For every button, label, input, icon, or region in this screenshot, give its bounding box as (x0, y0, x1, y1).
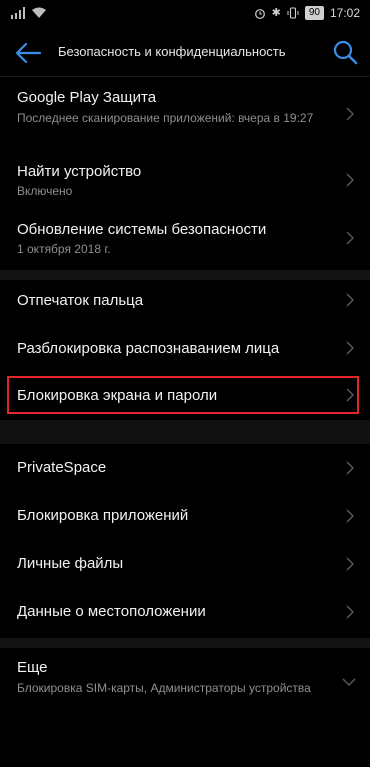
back-arrow-icon[interactable] (14, 41, 42, 65)
signal-icon (11, 7, 25, 19)
section-divider (0, 270, 370, 280)
clock: 17:02 (329, 6, 360, 20)
item-label: Разблокировка распознаванием лица (17, 340, 280, 357)
item-label: Найти устройство (17, 163, 142, 180)
chevron-right-icon (346, 605, 354, 619)
chevron-right-icon (346, 557, 354, 571)
chevron-right-icon (346, 173, 354, 187)
section-divider (0, 638, 370, 648)
item-label: PrivateSpace (17, 459, 107, 476)
item-subtitle: Блокировка SIM-карты, Администраторы уст… (17, 681, 311, 695)
item-subtitle: Последнее сканирование приложений: вчера… (17, 111, 314, 125)
list-item-location[interactable]: Данные о местоположении (0, 588, 370, 636)
item-label: Еще (17, 659, 48, 676)
item-subtitle: 1 октября 2018 г. (17, 242, 111, 256)
search-icon[interactable] (332, 39, 358, 65)
item-label: Обновление системы безопасности (17, 221, 267, 238)
alarm-icon (254, 9, 265, 19)
list-item-google-play-protect[interactable]: Google Play Защита Последнее сканировани… (0, 76, 370, 150)
item-label: Google Play Защита (17, 89, 157, 106)
chevron-down-icon[interactable] (342, 678, 356, 686)
chevron-right-icon (346, 341, 354, 355)
list-item-security-update[interactable]: Обновление системы безопасности 1 октябр… (0, 208, 370, 266)
list-item-fingerprint[interactable]: Отпечаток пальца (0, 280, 370, 328)
list-item-privatespace[interactable]: PrivateSpace (0, 444, 370, 492)
highlight-box (7, 376, 359, 414)
status-bar: ✱ 90 17:02 (0, 0, 370, 28)
list-item-personal-files[interactable]: Личные файлы (0, 540, 370, 588)
list-item-find-device[interactable]: Найти устройство Включено (0, 150, 370, 208)
toolbar: Безопасность и конфиденциальность (0, 28, 370, 77)
list-item-more[interactable]: Еще Блокировка SIM-карты, Администраторы… (0, 648, 370, 722)
chevron-right-icon (346, 509, 354, 523)
wifi-icon (32, 7, 46, 18)
item-label: Данные о местоположении (17, 603, 206, 620)
item-label: Отпечаток пальца (17, 292, 144, 309)
vibrate-icon (287, 7, 299, 19)
chevron-right-icon (346, 231, 354, 245)
section-divider (0, 420, 370, 444)
battery-indicator: 90 (304, 6, 324, 20)
list-item-face-unlock[interactable]: Разблокировка распознаванием лица (0, 328, 370, 376)
item-label: Блокировка приложений (17, 507, 189, 524)
item-label: Личные файлы (17, 555, 124, 572)
bluetooth-icon: ✱ (271, 7, 281, 19)
chevron-right-icon (346, 461, 354, 475)
chevron-right-icon (346, 293, 354, 307)
page-title: Безопасность и конфиденциальность (58, 44, 286, 59)
item-subtitle: Включено (17, 184, 73, 198)
list-item-app-lock[interactable]: Блокировка приложений (0, 492, 370, 540)
chevron-right-icon (346, 107, 354, 121)
